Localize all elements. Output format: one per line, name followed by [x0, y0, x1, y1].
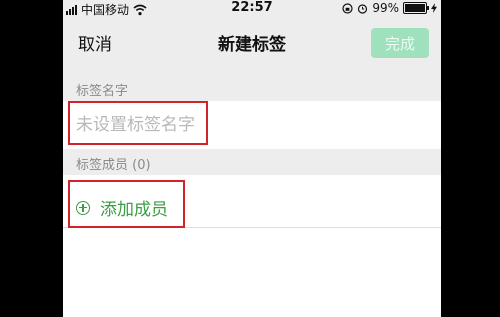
status-right: 99% [342, 1, 437, 15]
tag-name-section-label: 标签名字 [76, 84, 129, 99]
nav-bar: 取消 新建标签 完成 [63, 18, 441, 66]
empty-content-area [63, 228, 441, 317]
charging-icon [431, 3, 437, 13]
status-bar: 中国移动 22:57 99% [63, 0, 441, 18]
battery-percent: 99% [372, 1, 399, 15]
done-button[interactable]: 完成 [371, 28, 429, 58]
rotation-lock-icon [342, 2, 353, 14]
tag-name-highlight [68, 101, 208, 145]
add-member-highlight [68, 180, 185, 228]
battery-fill [405, 4, 425, 12]
phone-screen: 中国移动 22:57 99% 取消 新建标签 完成 标签名字 未设置标签名字 标… [63, 0, 441, 317]
alarm-icon [358, 3, 368, 14]
battery-icon [403, 2, 429, 14]
tag-members-section-label: 标签成员 (0) [76, 158, 151, 173]
